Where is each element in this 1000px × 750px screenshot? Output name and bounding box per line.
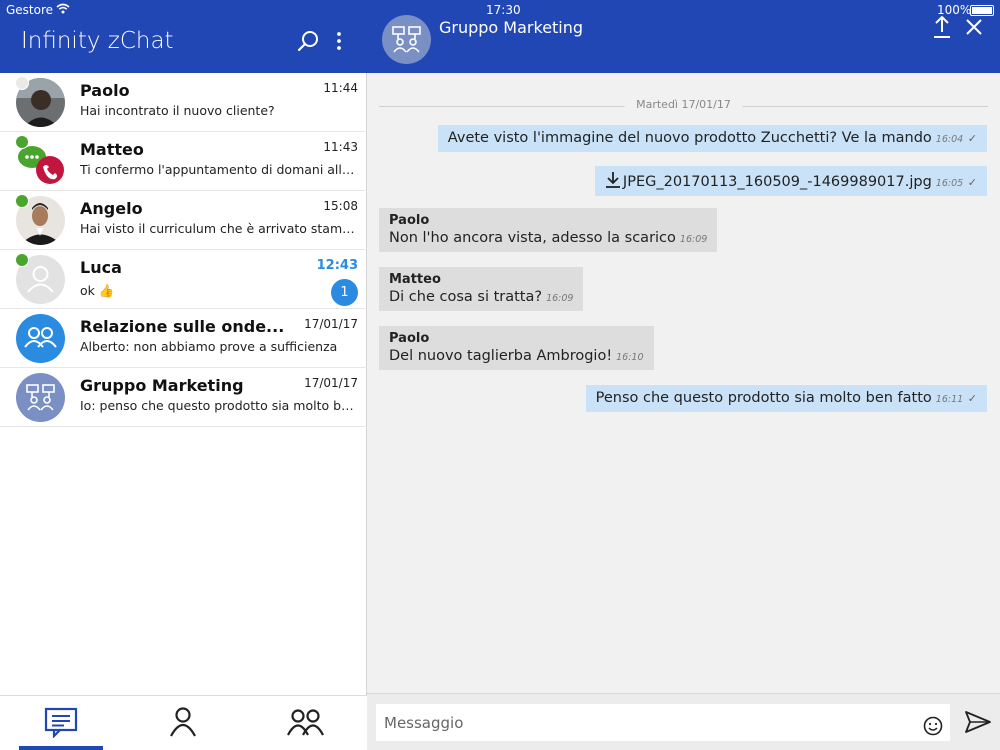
group-icon (287, 709, 324, 736)
wifi-icon (56, 3, 70, 17)
message-time: 16:05 (935, 178, 964, 189)
last-message-preview: Alberto: non abbiamo prove a sufficienza (80, 339, 338, 354)
sender-name: Paolo (389, 331, 430, 346)
emoji-icon[interactable] (923, 716, 943, 740)
unread-count-badge: 1 (331, 279, 358, 306)
last-message-time: 17/01/17 (304, 376, 358, 390)
send-icon[interactable] (964, 710, 992, 738)
date-separator-label: Martedì 17/01/17 (624, 98, 743, 111)
battery-percent: 100% (937, 3, 972, 17)
conversation-item-luca[interactable]: Luca 12:43 ok 👍 1 (0, 250, 367, 309)
message-bubble-outgoing[interactable]: Avete visto l'immagine del nuovo prodott… (437, 125, 987, 152)
message-text: Del nuovo taglierba Ambrogio! (389, 348, 613, 364)
group-org-avatar[interactable] (382, 15, 431, 64)
conversation-panel: Infinity zChat Paolo 11:44 Hai incontrat… (0, 0, 367, 750)
sender-name: Matteo (389, 272, 441, 287)
file-attachment-bubble[interactable]: JPEG_20170113_160509_-1469989017.jpg 16:0… (594, 166, 987, 196)
groups-tab[interactable] (244, 696, 366, 750)
status-dot (15, 76, 29, 90)
chat-panel: Gruppo Marketing Martedì 17/01/17 Avete … (367, 0, 1000, 750)
message-time: 16:10 (616, 352, 644, 363)
contact-name: Paolo (80, 81, 130, 100)
last-message-preview: Io: penso che questo prodotto sia molto … (80, 398, 358, 413)
online-status-dot (15, 194, 29, 208)
close-icon[interactable] (964, 17, 984, 41)
group-name: Gruppo Marketing (80, 376, 244, 395)
download-icon[interactable] (605, 171, 621, 188)
contacts-tab[interactable] (122, 696, 244, 750)
status-bar: Gestore 17:30 100% (0, 0, 1000, 20)
chat-bubble-icon (44, 707, 78, 738)
last-message-preview: Hai incontrato il nuovo cliente? (80, 103, 275, 118)
message-text: Di che cosa si tratta? (389, 289, 543, 305)
conversation-item-gruppo-marketing[interactable]: Gruppo Marketing 17/01/17 Io: penso che … (0, 368, 367, 427)
carrier-name: Gestore (6, 3, 54, 17)
status-time: 17:30 (486, 3, 521, 17)
last-message-time: 15:08 (323, 199, 358, 213)
contact-name: Luca (80, 258, 122, 277)
contact-name: Matteo (80, 140, 144, 159)
group-org-avatar (16, 373, 65, 422)
last-message-time: 11:44 (323, 81, 358, 95)
delivered-check-icon: ✓ (967, 132, 977, 145)
message-bubble-outgoing[interactable]: Penso che questo prodotto sia molto ben … (585, 385, 987, 412)
last-message-time: 17/01/17 (304, 317, 358, 331)
sender-name: Paolo (389, 213, 430, 228)
message-time: 16:09 (546, 293, 574, 304)
message-time: 16:09 (679, 234, 708, 245)
message-text: Non l'ho ancora vista, adesso la scarico (389, 230, 676, 246)
online-status-dot (15, 253, 29, 267)
date-separator: Martedì 17/01/17 (379, 98, 988, 114)
chat-title: Gruppo Marketing (439, 18, 584, 37)
message-time: 16:11 (935, 394, 964, 405)
delivered-check-icon: ✓ (967, 392, 977, 405)
message-bubble-incoming[interactable]: Paolo Non l'ho ancora vista, adesso la s… (379, 208, 718, 252)
message-time: 16:04 (935, 134, 964, 145)
contact-name: Angelo (80, 199, 143, 218)
thumbs-up-emoji: 👍 (98, 283, 115, 298)
delivered-check-icon: ✓ (967, 176, 977, 189)
message-input[interactable] (376, 704, 950, 741)
message-composer (367, 693, 1000, 750)
app-title: Infinity zChat (21, 28, 174, 54)
last-message-time: 12:43 (316, 258, 358, 273)
group-avatar (16, 314, 65, 363)
last-message-preview: Hai visto il curriculum che è arrivato s… (80, 221, 358, 236)
chats-tab[interactable] (0, 696, 122, 750)
message-bubble-incoming[interactable]: Matteo Di che cosa si tratta? 16:09 (379, 267, 584, 311)
battery-icon (970, 5, 994, 16)
bottom-tab-bar (0, 695, 367, 750)
last-message-time: 11:43 (323, 140, 358, 154)
active-tab-indicator (19, 746, 103, 750)
conversation-item-angelo[interactable]: Angelo 15:08 Hai visto il curriculum che… (0, 191, 367, 250)
more-options-icon[interactable] (328, 30, 352, 54)
message-bubble-incoming[interactable]: Paolo Del nuovo taglierba Ambrogio! 16:10 (379, 326, 654, 370)
message-text: Penso che questo prodotto sia molto ben … (595, 390, 932, 406)
group-name: Relazione sulle onde... (80, 317, 285, 336)
last-message-preview: Ti confermo l'appuntamento di domani all… (80, 162, 358, 177)
preview-text: ok (80, 283, 95, 298)
conversation-item-relazione[interactable]: Relazione sulle onde... 17/01/17 Alberto… (0, 309, 367, 368)
last-message-preview: ok 👍 (80, 283, 358, 299)
message-text: Avete visto l'immagine del nuovo prodott… (447, 130, 932, 146)
file-name: JPEG_20170113_160509_-1469989017.jpg (622, 174, 932, 190)
search-icon[interactable] (296, 30, 320, 54)
conversation-list: Paolo 11:44 Hai incontrato il nuovo clie… (0, 73, 367, 427)
conversation-item-matteo[interactable]: Matteo 11:43 Ti confermo l'appuntamento … (0, 132, 367, 191)
person-icon (170, 707, 196, 737)
online-status-dot (15, 135, 29, 149)
conversation-item-paolo[interactable]: Paolo 11:44 Hai incontrato il nuovo clie… (0, 73, 367, 132)
